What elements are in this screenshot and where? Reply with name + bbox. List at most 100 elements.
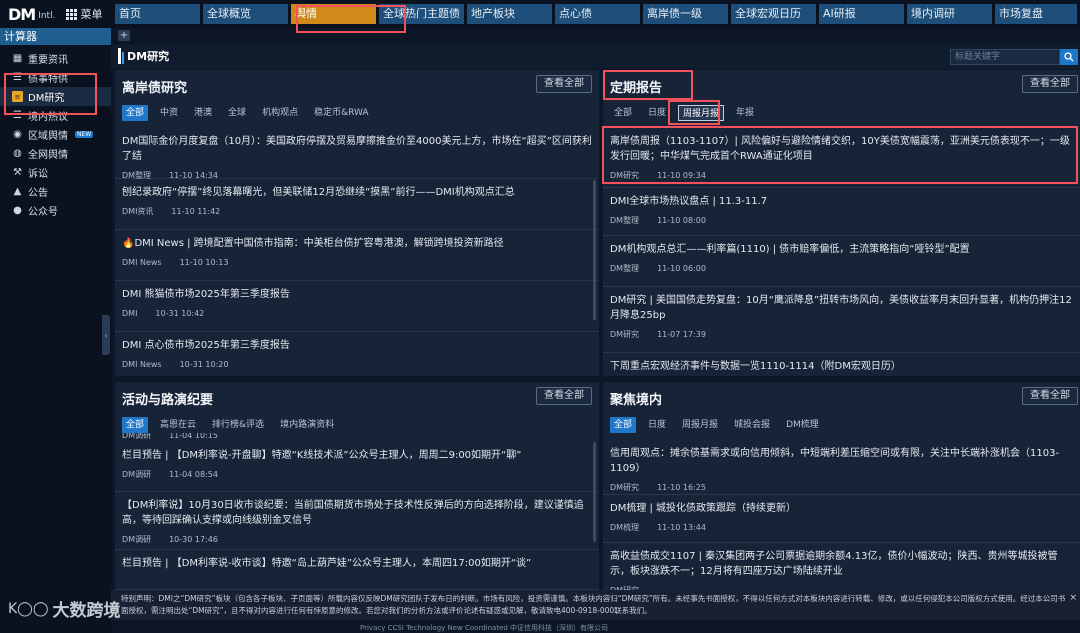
list-item[interactable]: DM机构观点总汇——利率篇(1110) | 债市赔率偏低，主流策略指向“哑铃型”… — [603, 236, 1080, 287]
panel-title: 聚焦境内 — [610, 393, 663, 408]
add-tab-button[interactable]: + — [118, 30, 130, 41]
list-item[interactable]: 栏目预告 | 【DM利率说-收市谈】特邀“岛上葫芦娃”公众号主理人，本周四17:… — [115, 550, 599, 590]
filter-tab-1[interactable]: 日度 — [644, 417, 670, 433]
article-title[interactable]: 刨纪录政府“停摆”终见落幕曙光，但美联储12月恐继续“摸黑”前行——DMI机构观… — [122, 185, 592, 200]
sidebar-item-label: 公告 — [28, 188, 48, 199]
filter-tab-3[interactable]: 年报 — [732, 105, 758, 121]
logo-suffix: Intl. — [38, 11, 56, 21]
filter-tab-0[interactable]: 全部 — [610, 105, 636, 121]
menu-button[interactable]: 菜单 — [56, 6, 114, 22]
sidebar-item-label: 诉讼 — [28, 169, 48, 180]
list-item[interactable]: DM梳理 | 城投化债政策跟踪（持续更新） DM梳理 11-10 13:44 — [603, 495, 1080, 543]
article-title[interactable]: 栏目预告 | 【DM利率说-收市谈】特邀“岛上葫芦娃”公众号主理人，本周四17:… — [122, 556, 592, 571]
list-item[interactable]: 离岸债周报（1103-1107）| 风险偏好与避险情绪交织，10Y美债宽幅震荡，… — [603, 128, 1080, 188]
list-item[interactable]: 【DM利率说】10月30日收市谈纪要：当前国债期货市场处于技术性反弹后的方向选择… — [115, 492, 599, 550]
article-title[interactable]: 栏目预告 | 【DM利率说-开盘聊】特邀“K线技术派”公众号主理人，周周二9:0… — [122, 448, 592, 463]
article-title[interactable]: 🔥DMI News | 跨境配置中国债市指南：中美柜台债扩容粤港澳，解锁跨境投资… — [122, 236, 592, 251]
article-meta: DM研究 11-10 09:34 — [610, 170, 1073, 182]
nav-tab-4[interactable]: 地产板块 — [467, 4, 552, 24]
sidebar-item-1[interactable]: ☰ 债事特供 — [0, 68, 111, 87]
search-icon — [1064, 52, 1074, 62]
list-item[interactable]: 高收益债成交1107 | 秦汉集团两子公司票据逾期余额4.13亿，债价小幅波动；… — [603, 543, 1080, 590]
article-time: 11-10 06:00 — [657, 264, 706, 273]
top-nav-bar: DM Intl. 菜单 首页 全球概览 舆情 全球热门主题债 地产板块 点心债 离岸债一级全… — [0, 0, 1080, 28]
nav-tab-2[interactable]: 舆情 — [291, 4, 376, 24]
sidebar-item-2[interactable]: ≡ DM研究 — [0, 87, 111, 106]
article-source: DMI资讯 — [122, 207, 154, 216]
scrollbar[interactable] — [593, 442, 596, 542]
filter-tab-2[interactable]: 周报月报 — [678, 417, 722, 433]
list-item[interactable]: 🔥DMI News | 跨境配置中国债市指南：中美柜台债扩容粤港澳，解锁跨境投资… — [115, 230, 599, 281]
filter-tab-2[interactable]: 排行榜&评选 — [208, 417, 268, 433]
filter-tab-0[interactable]: 全部 — [122, 417, 149, 433]
article-title[interactable]: 离岸债周报（1103-1107）| 风险偏好与避险情绪交织，10Y美债宽幅震荡，… — [610, 134, 1073, 164]
view-all-button[interactable]: 查看全部 — [1022, 75, 1078, 93]
filter-bar: 全部 中资 港澳 全球 机构观点 稳定币&RWA — [122, 105, 373, 121]
article-time: 11-10 09:34 — [657, 171, 706, 180]
list-item[interactable]: DMI 点心债市场2025年第三季度报告 DMI News 10-31 10:20 — [115, 332, 599, 376]
sidebar-item-7[interactable]: ▲ 公告 — [0, 182, 111, 201]
sidebar-collapse-handle[interactable]: ‹ — [102, 315, 110, 355]
filter-tab-0[interactable]: 全部 — [610, 417, 637, 433]
article-title[interactable]: DM梳理 | 城投化债政策跟踪（持续更新） — [610, 501, 1073, 516]
filter-tab-2[interactable]: 周报月报 — [678, 105, 725, 121]
list-item[interactable]: 下周重点宏观经济事件与数据一览1110-1114（附DM宏观日历） — [603, 353, 1080, 376]
sidebar-item-0[interactable]: ▦ 重要资讯 — [0, 49, 111, 68]
sidebar-item-label: 全网舆情 — [28, 150, 68, 161]
nav-tab-8[interactable]: AI研报 — [819, 4, 904, 24]
view-all-button[interactable]: 查看全部 — [536, 387, 592, 405]
nav-tab-3[interactable]: 全球热门主题债 — [379, 4, 464, 24]
filter-tab-3[interactable]: 全球 — [224, 105, 250, 121]
list-item[interactable]: DM国际金价月度复盘（10月）：美国政府停摆及贸易摩擦推金价至4000美元上方，… — [115, 128, 599, 180]
filter-tab-3[interactable]: 城投会报 — [730, 417, 774, 433]
nav-tab-7[interactable]: 全球宏观日历 — [731, 4, 816, 24]
view-all-button[interactable]: 查看全部 — [1022, 387, 1078, 405]
menu-label: 菜单 — [80, 8, 103, 21]
nav-tab-5[interactable]: 点心债 — [555, 4, 640, 24]
filter-tab-3[interactable]: 境内路演资料 — [276, 417, 338, 433]
sidebar-item-4[interactable]: ◉ 区域舆情 NEW — [0, 125, 111, 144]
list-item[interactable]: 信用周观点：摊余债基需求或向信用倾斜，中短端利差压缩空间或有限，关注中长端补涨机… — [603, 440, 1080, 495]
list-item[interactable]: DMI 熊猫债市场2025年第三季度报告 DMI 10-31 10:42 — [115, 281, 599, 332]
filter-tab-4[interactable]: 机构观点 — [258, 105, 302, 121]
article-title[interactable]: 下周重点宏观经济事件与数据一览1110-1114（附DM宏观日历） — [610, 359, 1073, 374]
sidebar-item-6[interactable]: ⚒ 诉讼 — [0, 163, 111, 182]
nav-tab-9[interactable]: 境内调研 — [907, 4, 992, 24]
filter-tab-2[interactable]: 港澳 — [190, 105, 216, 121]
filter-tab-1[interactable]: 中资 — [156, 105, 182, 121]
list-item[interactable]: DM研究 | 美国国债走势复盘：10月“鹰派降息”扭转市场风向，美债收益率月末回… — [603, 287, 1080, 353]
article-title[interactable]: DM机构观点总汇——利率篇(1110) | 债市赔率偏低，主流策略指向“哑铃型”… — [610, 242, 1073, 257]
list-item[interactable]: 栏目预告 | 【DM利率说-开盘聊】特邀“K线技术派”公众号主理人，周周二9:0… — [115, 442, 599, 492]
filter-tab-5[interactable]: 稳定币&RWA — [310, 105, 372, 121]
globe-icon: ◍ — [13, 148, 22, 159]
article-title[interactable]: DMI全球市场热议盘点 | 11.3-11.7 — [610, 194, 1073, 209]
article-title[interactable]: DM研究 | 美国国债走势复盘：10月“鹰派降息”扭转市场风向，美债收益率月末回… — [610, 293, 1073, 323]
article-title[interactable]: 信用周观点：摊余债基需求或向信用倾斜，中短端利差压缩空间或有限，关注中长端补涨机… — [610, 446, 1073, 476]
filter-tab-1[interactable]: 日度 — [644, 105, 670, 121]
article-title[interactable]: DMI 点心债市场2025年第三季度报告 — [122, 338, 592, 353]
sidebar-item-8[interactable]: ● 公众号 — [0, 201, 111, 220]
scrollbar[interactable] — [593, 180, 596, 320]
article-title[interactable]: 【DM利率说】10月30日收市谈纪要：当前国债期货市场处于技术性反弹后的方向选择… — [122, 498, 592, 528]
app-logo[interactable]: DM Intl. — [0, 0, 56, 28]
filter-tab-0[interactable]: 全部 — [122, 105, 149, 121]
nav-tab-6[interactable]: 离岸债一级 — [643, 4, 728, 24]
sidebar-header[interactable]: 计算器 — [0, 28, 111, 45]
list-item[interactable]: 刨纪录政府“停摆”终见落幕曙光，但美联储12月恐继续“摸黑”前行——DMI机构观… — [115, 179, 599, 230]
article-title[interactable]: 高收益债成交1107 | 秦汉集团两子公司票据逾期余额4.13亿，债价小幅波动；… — [610, 549, 1073, 579]
article-title[interactable]: DMI 熊猫债市场2025年第三季度报告 — [122, 287, 592, 302]
sidebar-item-5[interactable]: ◍ 全网舆情 — [0, 144, 111, 163]
filter-tab-4[interactable]: DM梳理 — [782, 417, 823, 433]
article-meta: DM研究 11-10 16:25 — [610, 482, 1073, 494]
list-item[interactable]: DMI全球市场热议盘点 | 11.3-11.7 DM整理 11-10 08:00 — [603, 188, 1080, 236]
search-input[interactable]: 标题关键字 — [950, 49, 1060, 65]
view-all-button[interactable]: 查看全部 — [536, 75, 592, 93]
close-icon[interactable]: × — [1069, 592, 1077, 604]
filter-tab-1[interactable]: 高恩在云 — [156, 417, 200, 433]
nav-tab-10[interactable]: 市场复盘 — [995, 4, 1077, 24]
article-title[interactable]: DM国际金价月度复盘（10月）：美国政府停摆及贸易摩擦推金价至4000美元上方，… — [122, 134, 592, 164]
nav-tab-0[interactable]: 首页 — [115, 4, 200, 24]
nav-tab-1[interactable]: 全球概览 — [203, 4, 288, 24]
search-button[interactable] — [1060, 49, 1078, 65]
sidebar-item-3[interactable]: ☰ 境内热议 — [0, 106, 111, 125]
